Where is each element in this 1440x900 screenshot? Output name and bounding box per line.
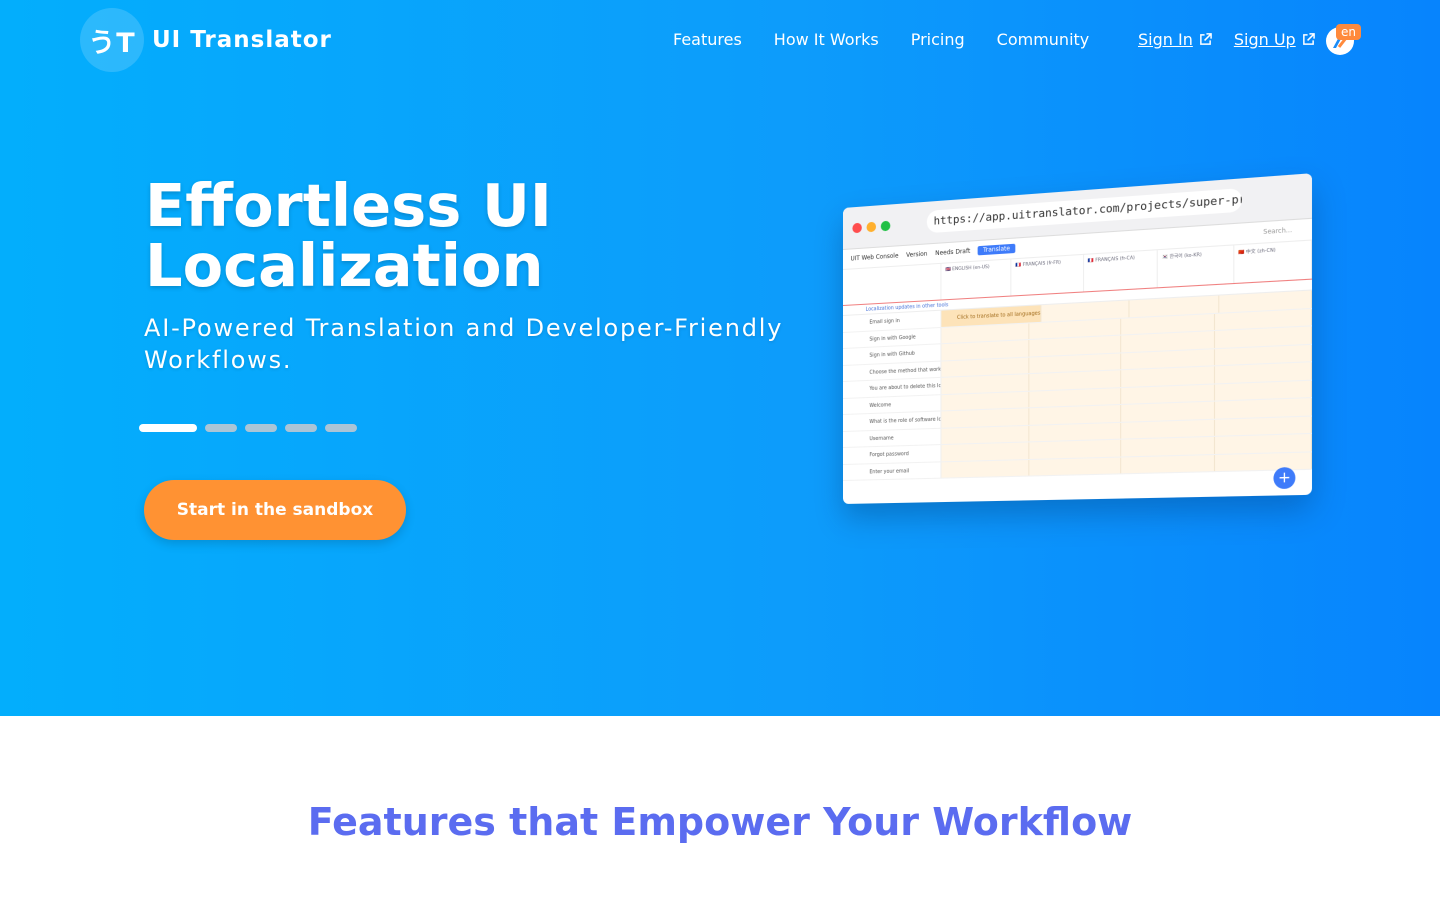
logo[interactable]: うT UI Translator <box>80 8 332 72</box>
carousel-indicators <box>139 424 357 432</box>
features-title: Features that Empower Your Workflow <box>0 800 1440 844</box>
row-key: Enter your email <box>843 462 941 480</box>
hero-section: うT UI Translator Features How It Works P… <box>0 0 1440 716</box>
column-header: 🇫🇷 FRANÇAIS (fr-FR) <box>1012 255 1084 296</box>
carousel-dot-1[interactable] <box>139 424 197 432</box>
translate-button: Translate <box>978 244 1015 256</box>
brand-name: UI Translator <box>152 27 332 53</box>
maximize-dot <box>881 221 891 232</box>
external-link-icon <box>1302 33 1315 46</box>
nav-how-it-works[interactable]: How It Works <box>774 30 879 49</box>
minimize-dot <box>867 222 876 233</box>
external-link-icon <box>1199 33 1212 46</box>
branch-value: Needs Draft <box>935 248 970 257</box>
logo-mark: うT <box>80 8 144 72</box>
hero-subheadline: AI-Powered Translation and Developer-Fri… <box>144 312 804 376</box>
nav-pricing[interactable]: Pricing <box>911 30 965 49</box>
branch-label: Version <box>906 250 927 258</box>
language-code-badge: en <box>1336 24 1361 40</box>
sign-in-link[interactable]: Sign In <box>1138 30 1212 49</box>
nav-community[interactable]: Community <box>997 30 1090 49</box>
carousel-dot-2[interactable] <box>205 424 237 432</box>
browser-mockup: https://app.uitranslator.com/projects/su… <box>843 173 1312 504</box>
address-bar: https://app.uitranslator.com/projects/su… <box>927 188 1242 233</box>
add-icon: + <box>1273 467 1295 489</box>
nav-features[interactable]: Features <box>673 30 742 49</box>
carousel-dot-4[interactable] <box>285 424 317 432</box>
carousel-dot-3[interactable] <box>245 424 277 432</box>
sign-in-label: Sign In <box>1138 30 1193 49</box>
sign-up-link[interactable]: Sign Up <box>1234 30 1315 49</box>
sign-up-label: Sign Up <box>1234 30 1296 49</box>
column-header: 🇰🇷 한국어 (ko-KR) <box>1158 245 1234 287</box>
close-dot <box>852 223 861 234</box>
key-column-header <box>843 264 941 305</box>
row-key: Username <box>843 428 941 447</box>
app-preview: https://app.uitranslator.com/projects/su… <box>843 208 1303 508</box>
column-header: 🇫🇷 FRANÇAIS (fr-CA) <box>1084 250 1158 291</box>
column-header: 🇨🇳 中文 (zh-CN) <box>1234 241 1312 283</box>
hero-headline: Effortless UI Localization <box>145 176 705 296</box>
row-key: Forgot password <box>843 445 941 463</box>
column-header: 🇬🇧 ENGLISH (en-US) <box>941 259 1011 299</box>
carousel-dot-5[interactable] <box>325 424 357 432</box>
main-nav: Features How It Works Pricing Community <box>673 30 1089 49</box>
search-field: Search... <box>1263 227 1292 236</box>
console-title: UIT Web Console <box>851 252 899 262</box>
row-key: What is the role of software localizatio… <box>843 411 941 430</box>
start-sandbox-button[interactable]: Start in the sandbox <box>144 480 406 540</box>
auth-links: Sign In Sign Up <box>1138 30 1315 49</box>
